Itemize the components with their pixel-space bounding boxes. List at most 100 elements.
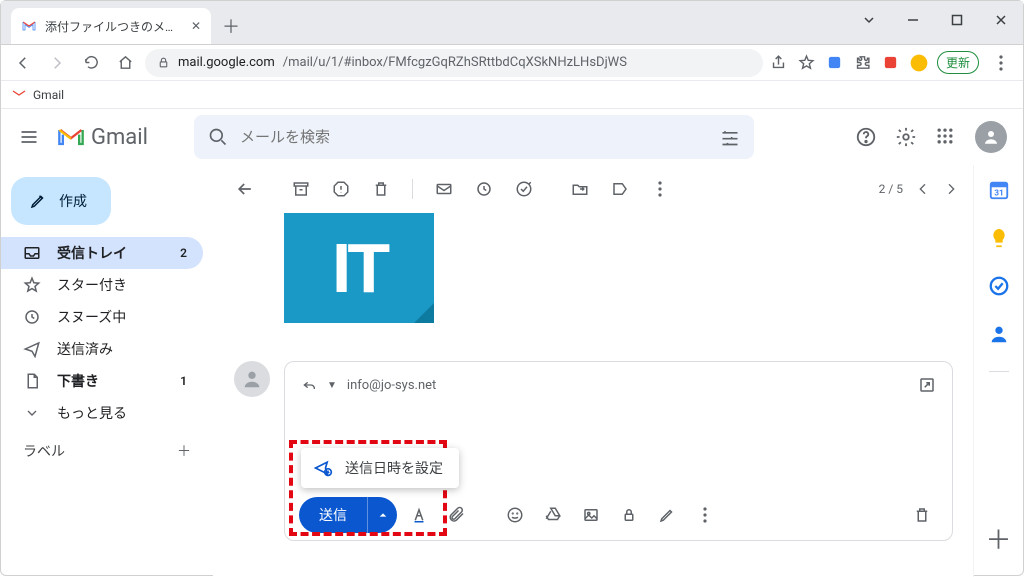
archive-button[interactable] xyxy=(284,172,318,206)
attachment-image-text: IT xyxy=(332,228,386,308)
schedule-send-icon xyxy=(313,458,333,478)
message-content: IT ▼ info@jo-sys.net xyxy=(214,213,973,577)
sent-icon xyxy=(23,340,41,358)
reply-avatar xyxy=(234,361,270,397)
send-button[interactable]: 送信 xyxy=(299,497,367,533)
settings-icon[interactable] xyxy=(895,126,917,148)
search-options-icon[interactable] xyxy=(720,127,740,147)
browser-tab-title: 添付ファイルつきのメール3 - josysno xyxy=(45,18,183,35)
clock-icon xyxy=(23,308,41,326)
snooze-button[interactable] xyxy=(467,172,501,206)
more-actions-button[interactable] xyxy=(643,172,677,206)
insert-drive-button[interactable] xyxy=(537,499,569,531)
sidebar-item-inbox[interactable]: 受信トレイ 2 xyxy=(1,237,203,269)
reply-compose-card: ▼ info@jo-sys.net 送信日時を設定 送信 xyxy=(284,361,953,541)
labels-header-text: ラベル xyxy=(23,441,65,461)
url-domain: mail.google.com xyxy=(178,55,275,70)
delete-button[interactable] xyxy=(364,172,398,206)
bookmark-star-icon[interactable] xyxy=(797,53,817,73)
nav-home-button[interactable] xyxy=(111,49,139,77)
pencil-icon xyxy=(29,192,47,210)
attach-file-button[interactable] xyxy=(441,499,473,531)
url-path: /mail/u/1/#inbox/FMfcgzGqRZhSRttbdCqXSkN… xyxy=(283,55,627,70)
popout-icon[interactable] xyxy=(918,376,936,394)
sidebar-item-label: スター付き xyxy=(57,275,127,295)
reply-more-button[interactable] xyxy=(689,499,721,531)
gmail-logo[interactable]: Gmail xyxy=(57,125,148,150)
reply-arrow-icon[interactable] xyxy=(301,377,317,393)
share-icon[interactable] xyxy=(769,53,789,73)
reply-to-address[interactable]: info@jo-sys.net xyxy=(347,378,436,393)
browser-titlebar: 添付ファイルつきのメール3 - josysno ✕ ＋ xyxy=(1,1,1023,45)
nav-forward-button xyxy=(43,49,71,77)
tasks-app-icon[interactable] xyxy=(988,275,1010,297)
search-bar[interactable] xyxy=(194,115,754,159)
extensions-puzzle-icon[interactable] xyxy=(853,53,873,73)
sidebar-item-label: 下書き xyxy=(57,371,99,391)
inbox-count: 2 xyxy=(180,246,187,260)
pager-prev-button[interactable] xyxy=(915,181,931,197)
apps-grid-icon[interactable] xyxy=(935,126,957,148)
send-options-button[interactable] xyxy=(367,497,397,533)
labels-header[interactable]: ラベル ＋ xyxy=(1,429,213,473)
message-toolbar: 2 / 5 xyxy=(214,165,973,213)
address-bar[interactable]: mail.google.com/mail/u/1/#inbox/FMfcgzGq… xyxy=(145,49,763,77)
sidebar-item-starred[interactable]: スター付き xyxy=(1,269,203,301)
sidebar-item-more[interactable]: もっと見る xyxy=(1,397,203,429)
confidential-mode-button[interactable] xyxy=(613,499,645,531)
calendar-app-icon[interactable]: 31 xyxy=(988,179,1010,201)
extension-icon-2[interactable] xyxy=(881,53,901,73)
gmail-favicon xyxy=(21,18,37,34)
get-addons-button[interactable]: ＋ xyxy=(985,520,1011,557)
drafts-icon xyxy=(23,372,41,390)
reply-dropdown-icon[interactable]: ▼ xyxy=(327,380,337,391)
support-icon[interactable] xyxy=(855,126,877,148)
bookmark-item[interactable]: Gmail xyxy=(33,88,64,102)
browser-menu-button[interactable] xyxy=(987,49,1015,77)
update-button[interactable]: 更新 xyxy=(937,51,979,74)
sidebar-item-snoozed[interactable]: スヌーズ中 xyxy=(1,301,203,333)
back-to-inbox-button[interactable] xyxy=(228,172,262,206)
window-close-button[interactable] xyxy=(979,5,1023,35)
window-maximize-button[interactable] xyxy=(935,5,979,35)
close-tab-icon[interactable]: ✕ xyxy=(191,19,201,33)
formatting-button[interactable] xyxy=(403,499,435,531)
drafts-count: 1 xyxy=(180,374,187,388)
move-to-button[interactable] xyxy=(563,172,597,206)
discard-draft-button[interactable] xyxy=(906,499,938,531)
sidebar-item-label: 送信済み xyxy=(57,339,113,359)
schedule-send-menu-item[interactable]: 送信日時を設定 xyxy=(301,448,459,488)
sidebar-item-label: もっと見る xyxy=(57,403,127,423)
contacts-app-icon[interactable] xyxy=(988,323,1010,345)
pager-next-button[interactable] xyxy=(943,181,959,197)
main-content: 2 / 5 IT ▼ inf xyxy=(213,165,973,577)
new-tab-button[interactable]: ＋ xyxy=(217,12,245,40)
compose-button[interactable]: 作成 xyxy=(11,177,111,225)
send-split-button: 送信 xyxy=(299,497,397,533)
caret-down-icon[interactable] xyxy=(847,5,891,35)
profile-avatar-icon[interactable] xyxy=(909,53,929,73)
labels-button[interactable] xyxy=(603,172,637,206)
window-minimize-button[interactable] xyxy=(891,5,935,35)
chevron-down-icon xyxy=(23,405,41,421)
insert-emoji-button[interactable] xyxy=(499,499,531,531)
insert-photo-button[interactable] xyxy=(575,499,607,531)
nav-back-button[interactable] xyxy=(9,49,37,77)
add-label-icon[interactable]: ＋ xyxy=(177,441,191,461)
keep-app-icon[interactable] xyxy=(988,227,1010,249)
attachment-image[interactable]: IT xyxy=(284,213,434,323)
report-spam-button[interactable] xyxy=(324,172,358,206)
insert-signature-button[interactable] xyxy=(651,499,683,531)
sidebar-item-sent[interactable]: 送信済み xyxy=(1,333,203,365)
gmail-app: Gmail 作成 受信トレイ 2 xyxy=(1,109,1023,577)
add-task-button[interactable] xyxy=(507,172,541,206)
extension-icon-1[interactable] xyxy=(825,53,845,73)
nav-reload-button[interactable] xyxy=(77,49,105,77)
browser-tab[interactable]: 添付ファイルつきのメール3 - josysno ✕ xyxy=(11,8,211,44)
main-menu-button[interactable] xyxy=(17,125,41,149)
sidebar-item-drafts[interactable]: 下書き 1 xyxy=(1,365,203,397)
mark-unread-button[interactable] xyxy=(427,172,461,206)
search-input[interactable] xyxy=(240,128,708,146)
account-avatar[interactable] xyxy=(975,121,1007,153)
lock-icon xyxy=(157,56,170,69)
